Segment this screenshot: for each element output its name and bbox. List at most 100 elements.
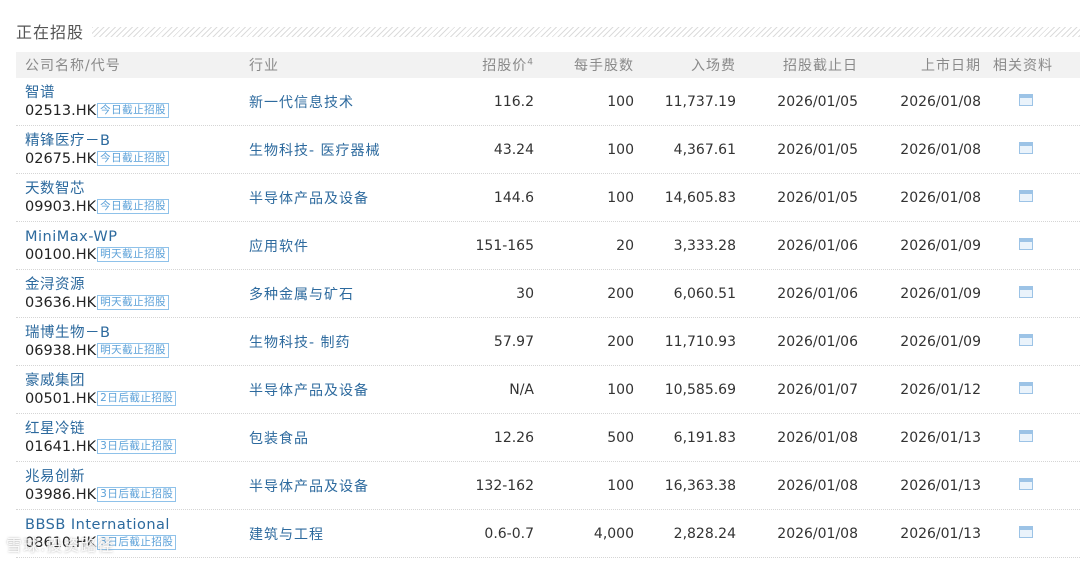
industry-link[interactable]: 包装食品 — [241, 428, 411, 448]
header-price-label: 招股价 — [482, 58, 528, 74]
company-cell: MiniMax-WP 00100.HK 明天截止招股 — [16, 228, 241, 264]
offer-price: 43.24 — [493, 141, 534, 158]
close-date: 2026/01/06 — [777, 285, 858, 302]
stock-code: 03986.HK — [25, 486, 97, 503]
company-name-link[interactable]: 兆易创新 — [25, 468, 241, 486]
document-icon[interactable] — [1019, 141, 1033, 154]
header-docs: 相关资料 — [993, 58, 1053, 74]
industry-link[interactable]: 多种金属与矿石 — [241, 284, 411, 304]
document-icon[interactable] — [1019, 285, 1033, 298]
list-date: 2026/01/13 — [900, 477, 981, 494]
document-icon[interactable] — [1019, 525, 1033, 538]
company-cell: 天数智芯 09903.HK 今日截止招股 — [16, 180, 241, 216]
close-date: 2026/01/05 — [777, 141, 858, 158]
document-icon[interactable] — [1019, 93, 1033, 106]
company-name-link[interactable]: MiniMax-WP — [25, 228, 241, 246]
table-row: 红星冷链 01641.HK 3日后截止招股 包装食品 12.26 500 6,1… — [16, 414, 1080, 462]
company-name-link[interactable]: 豪威集团 — [25, 372, 241, 390]
company-name-link[interactable]: 精锋医疗－B — [25, 132, 241, 150]
entry-fee: 3,333.28 — [673, 237, 736, 254]
company-code-line: 09903.HK 今日截止招股 — [25, 198, 241, 216]
table-row: MiniMax-WP 00100.HK 明天截止招股 应用软件 151-165 … — [16, 222, 1080, 270]
table-row: 瑞博生物－B 06938.HK 明天截止招股 生物科技- 制药 57.97 20… — [16, 318, 1080, 366]
lot-size: 100 — [607, 189, 634, 206]
deadline-badge: 今日截止招股 — [97, 199, 170, 214]
company-name-link[interactable]: 金浔资源 — [25, 276, 241, 294]
docs-cell — [981, 477, 1065, 494]
lot-size: 20 — [616, 237, 634, 254]
offer-price: 151-165 — [475, 237, 535, 254]
section-divider — [92, 27, 1080, 37]
company-cell: 豪威集团 00501.HK 2日后截止招股 — [16, 372, 241, 408]
deadline-badge: 明天截止招股 — [97, 247, 170, 262]
close-date: 2026/01/08 — [777, 477, 858, 494]
company-name-link[interactable]: 智谱 — [25, 84, 241, 102]
list-date: 2026/01/08 — [900, 141, 981, 158]
industry-link[interactable]: 建筑与工程 — [241, 524, 411, 544]
company-name-link[interactable]: 瑞博生物－B — [25, 324, 241, 342]
lot-size: 100 — [607, 141, 634, 158]
entry-fee: 14,605.83 — [664, 189, 736, 206]
docs-cell — [981, 237, 1065, 254]
list-date: 2026/01/08 — [900, 93, 981, 110]
entry-fee: 6,191.83 — [673, 429, 736, 446]
company-cell: 智谱 02513.HK 今日截止招股 — [16, 84, 241, 120]
industry-link[interactable]: 应用软件 — [241, 236, 411, 256]
document-icon[interactable] — [1019, 477, 1033, 490]
ipo-table: 公司名称/代号 行业 招股价4 每手股数 入场费 招股截止日 上市日期 相关资料… — [16, 52, 1080, 558]
docs-cell — [981, 141, 1065, 158]
list-date: 2026/01/13 — [900, 525, 981, 542]
company-name-link[interactable]: 红星冷链 — [25, 420, 241, 438]
lot-size: 100 — [607, 93, 634, 110]
company-code-line: 02675.HK 今日截止招股 — [25, 150, 241, 168]
entry-fee: 11,737.19 — [664, 93, 736, 110]
company-code-line: 03636.HK 明天截止招股 — [25, 294, 241, 312]
table-row: 兆易创新 03986.HK 3日后截止招股 半导体产品及设备 132-162 1… — [16, 462, 1080, 510]
company-code-line: 03986.HK 3日后截止招股 — [25, 486, 241, 504]
stock-code: 02513.HK — [25, 102, 97, 119]
docs-cell — [981, 525, 1065, 542]
company-cell: 瑞博生物－B 06938.HK 明天截止招股 — [16, 324, 241, 360]
document-icon[interactable] — [1019, 333, 1033, 346]
list-date: 2026/01/13 — [900, 429, 981, 446]
industry-link[interactable]: 生物科技- 医疗器械 — [241, 140, 411, 160]
docs-cell — [981, 333, 1065, 350]
document-icon[interactable] — [1019, 189, 1033, 202]
deadline-badge: 明天截止招股 — [97, 343, 170, 358]
deadline-badge: 明天截止招股 — [97, 295, 170, 310]
close-date: 2026/01/05 — [777, 93, 858, 110]
lot-size: 200 — [607, 333, 634, 350]
header-price: 招股价4 — [411, 55, 534, 75]
deadline-badge: 3日后截止招股 — [97, 487, 177, 502]
document-icon[interactable] — [1019, 429, 1033, 442]
docs-cell — [981, 381, 1065, 398]
lot-size: 4,000 — [593, 525, 634, 542]
list-date: 2026/01/08 — [900, 189, 981, 206]
table-header: 公司名称/代号 行业 招股价4 每手股数 入场费 招股截止日 上市日期 相关资料 — [16, 52, 1080, 78]
industry-link[interactable]: 半导体产品及设备 — [241, 380, 411, 400]
table-row: 精锋医疗－B 02675.HK 今日截止招股 生物科技- 医疗器械 43.24 … — [16, 126, 1080, 174]
company-code-line: 06938.HK 明天截止招股 — [25, 342, 241, 360]
close-date: 2026/01/06 — [777, 333, 858, 350]
close-date: 2026/01/06 — [777, 237, 858, 254]
section-title: 正在招股 — [16, 23, 85, 42]
document-icon[interactable] — [1019, 237, 1033, 250]
header-price-footnote: 4 — [527, 57, 534, 68]
lot-size: 100 — [607, 381, 634, 398]
header-industry: 行业 — [249, 58, 279, 74]
industry-link[interactable]: 新一代信息技术 — [241, 92, 411, 112]
company-name-link[interactable]: BBSB International — [25, 516, 241, 534]
industry-link[interactable]: 半导体产品及设备 — [241, 476, 411, 496]
company-name-link[interactable]: 天数智芯 — [25, 180, 241, 198]
offer-price: N/A — [509, 381, 534, 398]
offer-price: 12.26 — [493, 429, 534, 446]
header-lot: 每手股数 — [574, 58, 634, 74]
deadline-badge: 3日后截止招股 — [97, 439, 177, 454]
list-date: 2026/01/09 — [900, 237, 981, 254]
docs-cell — [981, 285, 1065, 302]
industry-link[interactable]: 生物科技- 制药 — [241, 332, 411, 352]
industry-link[interactable]: 半导体产品及设备 — [241, 188, 411, 208]
company-cell: 金浔资源 03636.HK 明天截止招股 — [16, 276, 241, 312]
docs-cell — [981, 93, 1065, 110]
document-icon[interactable] — [1019, 381, 1033, 394]
